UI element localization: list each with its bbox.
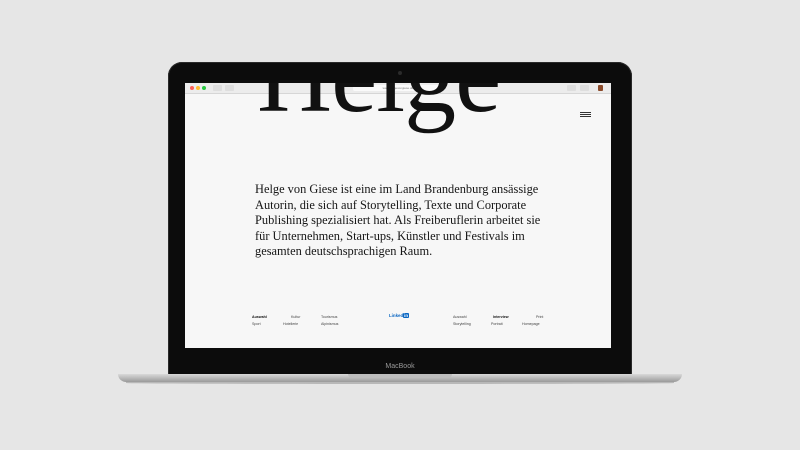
intro-paragraph: Helge von Giese ist eine im Land Branden… bbox=[255, 182, 541, 259]
menu-icon-line bbox=[580, 114, 591, 115]
footer-link-portrait[interactable]: Portrait bbox=[491, 322, 503, 326]
footer-link-interview[interactable]: Interview bbox=[493, 315, 509, 319]
menu-icon-line bbox=[580, 112, 591, 113]
menu-button[interactable] bbox=[580, 112, 591, 118]
camera bbox=[398, 71, 402, 75]
laptop-bottom-edge bbox=[126, 382, 674, 384]
linkedin-icon: in bbox=[403, 313, 410, 318]
footer-link-kultur[interactable]: Kultur bbox=[291, 315, 300, 319]
footer-link-storytelling[interactable]: Storytelling bbox=[453, 322, 471, 326]
maximize-window-button[interactable] bbox=[202, 86, 206, 90]
menu-icon-line bbox=[580, 116, 591, 117]
tabs-button[interactable] bbox=[580, 85, 589, 91]
hero-title: Helge bbox=[257, 83, 501, 129]
linkedin-link[interactable]: Linkedin bbox=[389, 313, 410, 318]
laptop-opening-notch bbox=[348, 374, 452, 378]
profile-icon[interactable] bbox=[598, 85, 603, 91]
footer-link-auswahl[interactable]: Auswahl bbox=[252, 315, 267, 319]
sidebar-toggle-button[interactable] bbox=[213, 85, 222, 91]
back-button[interactable] bbox=[225, 85, 234, 91]
footer-link-auswahl-right[interactable]: Auswahl bbox=[453, 315, 467, 319]
footer-link-hotellerie[interactable]: Hotellerie bbox=[283, 322, 298, 326]
close-window-button[interactable] bbox=[190, 86, 194, 90]
footer-link-alpinismus[interactable]: Alpinismus bbox=[321, 322, 338, 326]
laptop-brand-label: MacBook bbox=[385, 363, 415, 370]
screen: www.helgevongiese.de Helge Helge von Gie… bbox=[185, 83, 611, 348]
footer-link-homepage[interactable]: Homepage bbox=[522, 322, 540, 326]
footer-link-sport[interactable]: Sport bbox=[252, 322, 261, 326]
footer-link-print[interactable]: Print bbox=[536, 315, 543, 319]
share-button[interactable] bbox=[567, 85, 576, 91]
footer-link-tourismus[interactable]: Tourismus bbox=[321, 315, 337, 319]
minimize-window-button[interactable] bbox=[196, 86, 200, 90]
linkedin-label: Linked bbox=[389, 313, 404, 318]
